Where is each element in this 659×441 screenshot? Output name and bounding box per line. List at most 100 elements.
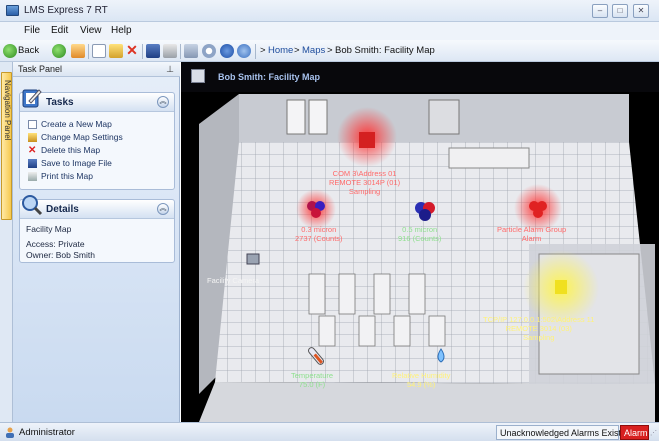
menu-view[interactable]: View: [80, 25, 102, 36]
door: [286, 99, 306, 135]
breadcrumb-maps[interactable]: Maps: [302, 45, 325, 56]
task-panel: Task Panel ⊥ Tasks ︽ Create a New Map Ch…: [13, 62, 180, 422]
help-icon[interactable]: [220, 44, 234, 58]
magnifier-icon: [22, 195, 43, 216]
map-title: Bob Smith: Facility Map: [218, 72, 321, 82]
p03-line-2: 2737 (Counts): [295, 234, 343, 243]
forward-arrow-icon[interactable]: [52, 44, 66, 58]
collapse-chevron-icon[interactable]: ︽: [157, 96, 169, 108]
group-line-2: Alarm: [521, 234, 542, 243]
print-icon[interactable]: [163, 44, 177, 58]
print-icon: [28, 172, 37, 181]
com3-line-2: REMOTE 3014P (01): [329, 178, 401, 187]
collapse-chevron-icon[interactable]: ︽: [157, 203, 169, 215]
temperature-label[interactable]: Temperature 75.0 (F): [291, 371, 333, 389]
back-button-label[interactable]: Back: [18, 45, 39, 56]
toolbar-separator: [142, 44, 143, 59]
tasks-clipboard-icon: [22, 89, 42, 108]
particle-alarm-group-label[interactable]: Particle Alarm Group Alarm: [497, 225, 566, 243]
camera-line-1: Facility Camera: [207, 276, 260, 285]
edit-properties-icon[interactable]: [109, 44, 123, 58]
tasks-group: Tasks ︽ Create a New Map Change Map Sett…: [19, 89, 175, 190]
task-label: Change Map Settings: [41, 132, 123, 142]
com3-sensor-icon: [359, 132, 375, 148]
cabinet: [428, 99, 460, 135]
detail-map-name: Facility Map: [26, 224, 72, 234]
toolbar-separator: [88, 44, 89, 59]
menu-bar: File Edit View Help: [0, 22, 659, 40]
humidity-line-1: Relative Humidity: [392, 371, 451, 380]
breadcrumb-separator: >: [260, 45, 266, 56]
new-document-icon[interactable]: [92, 44, 106, 58]
home-icon[interactable]: [71, 44, 85, 58]
alarm-badge[interactable]: Alarm: [620, 425, 649, 440]
com3-line-3: Sampling: [348, 187, 381, 196]
user-icon: [6, 427, 14, 438]
status-user: Administrator: [19, 427, 75, 438]
close-button[interactable]: ✕: [633, 4, 649, 18]
task-label: Create a New Map: [41, 119, 112, 129]
tasks-group-title: Tasks: [46, 97, 74, 108]
humidity-label[interactable]: Relative Humidity 54.9 (%): [392, 371, 450, 389]
settings-icon: [28, 133, 37, 142]
counter: [448, 147, 530, 169]
details-group-title: Details: [46, 204, 79, 215]
tcpip-line-2: REMOTE 3014 (03): [505, 324, 572, 333]
camera-sensor: [246, 253, 260, 265]
humidity-line-2: 54.9 (%): [407, 380, 436, 389]
temp-line-2: 75.0 (F): [298, 380, 326, 389]
new-map-icon: [28, 120, 37, 129]
com3-line-1: COM 3\Address 01: [332, 169, 397, 178]
menu-file[interactable]: File: [24, 25, 40, 36]
save-icon[interactable]: [146, 44, 160, 58]
details-group-header[interactable]: Details ︽: [20, 195, 174, 219]
particle-03-label[interactable]: 0.3 micron 2737 (Counts): [295, 225, 343, 243]
tcpip-sensor-icon: [555, 280, 567, 294]
temp-line-1: Temperature: [291, 371, 334, 380]
toolbar-separator: [255, 44, 256, 59]
group-line-1: Particle Alarm Group: [497, 225, 567, 234]
task-panel-title: Task Panel: [18, 64, 63, 74]
p05-line-1: 0.5 micron: [402, 225, 438, 234]
detail-access: Access: Private: [26, 239, 85, 249]
settings-icon[interactable]: [202, 44, 216, 58]
menu-edit[interactable]: Edit: [51, 25, 68, 36]
navigation-panel-label: Navigation Panel: [3, 80, 12, 141]
navigation-panel-strip: Navigation Panel: [0, 62, 13, 422]
tcpip-line-1: TCP/IP 127.0.0.1:502\Address 11: [483, 315, 595, 324]
app-icon: [6, 5, 19, 16]
back-arrow-icon[interactable]: [3, 44, 17, 58]
window-title: LMS Express 7 RT: [24, 5, 108, 16]
breadcrumb-current: Bob Smith: Facility Map: [335, 45, 435, 56]
breadcrumb-home[interactable]: Home: [268, 45, 293, 56]
task-label: Print this Map: [41, 171, 93, 181]
details-group: Details ︽ Facility Map Access: Private O…: [19, 195, 175, 263]
task-label: Delete this Map: [41, 145, 101, 155]
map-view: Bob Smith: Facility Map COM 3\Address 01…: [181, 62, 659, 422]
menu-help[interactable]: Help: [111, 25, 132, 36]
task-label: Save to Image File: [41, 158, 112, 168]
tasks-group-header[interactable]: Tasks ︽: [20, 89, 174, 112]
status-bar: Administrator Unacknowledged Alarms Exis…: [0, 422, 659, 441]
map-icon: [191, 69, 205, 83]
p03-line-1: 0.3 micron: [301, 225, 337, 234]
particle-05-label[interactable]: 0.5 micron 916 (Counts): [398, 225, 441, 243]
facility-camera-label[interactable]: Facility Camera: [207, 276, 259, 285]
map-header: Bob Smith: Facility Map: [181, 62, 659, 92]
breadcrumb-separator: >: [294, 45, 300, 56]
minimize-button[interactable]: –: [592, 4, 608, 18]
resize-grip-icon[interactable]: ⋰: [650, 429, 657, 438]
unacknowledged-alarms-status[interactable]: Unacknowledged Alarms Exist: [496, 425, 621, 440]
detail-owner: Owner: Bob Smith: [26, 250, 95, 260]
tool-icon[interactable]: [184, 44, 198, 58]
toolbar-separator: [180, 44, 181, 59]
tcpip-line-3: Sampling: [523, 333, 555, 342]
tcpip-sensor-label[interactable]: TCP/IP 127.0.0.1:502\Address 11 REMOTE 3…: [483, 315, 594, 342]
pin-icon[interactable]: ⊥: [166, 64, 174, 75]
info-icon[interactable]: [237, 44, 251, 58]
delete-icon[interactable]: ✕: [125, 43, 139, 58]
maximize-button[interactable]: □: [612, 4, 628, 18]
com3-sensor-label[interactable]: COM 3\Address 01 REMOTE 3014P (01) Sampl…: [329, 169, 400, 196]
door: [308, 99, 328, 135]
p05-line-2: 916 (Counts): [398, 234, 442, 243]
